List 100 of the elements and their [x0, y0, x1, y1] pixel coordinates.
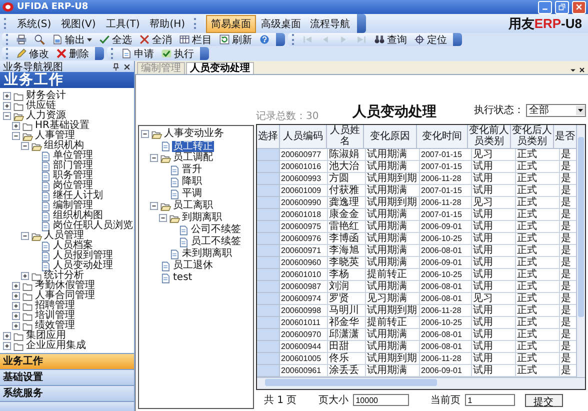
tree-item[interactable]: 供应链	[25, 101, 57, 111]
dropdown-icon[interactable]	[569, 66, 577, 74]
row-select-cell[interactable]	[257, 316, 280, 329]
expand-icon[interactable]	[3, 102, 11, 110]
tree-item[interactable]: 集团应用	[25, 331, 67, 341]
nav-section-button[interactable]: 业务工作	[0, 353, 134, 369]
tree-item[interactable]: 到期离职	[181, 213, 223, 223]
tree-item[interactable]: 降职	[181, 177, 203, 187]
row-select-cell[interactable]	[257, 352, 280, 365]
row-select-cell[interactable]	[257, 364, 280, 377]
expand-icon[interactable]	[12, 122, 20, 130]
tree-item[interactable]: 员工调配	[172, 153, 214, 163]
toolbar-button[interactable]: 删除	[53, 47, 92, 60]
tree-item[interactable]: 人事合同管理	[34, 291, 96, 301]
tree-item[interactable]: 员工不续签	[190, 237, 242, 247]
toolbar-button[interactable]: 修改	[13, 47, 52, 60]
tree-item[interactable]: 岗位管理	[52, 181, 94, 191]
tree-item[interactable]: 绩效管理	[34, 321, 76, 331]
tree-item[interactable]: 继任人计划	[52, 191, 104, 201]
expand-icon[interactable]	[12, 322, 20, 330]
expand-icon[interactable]	[21, 272, 29, 280]
row-select-cell[interactable]	[257, 160, 280, 173]
expand-icon[interactable]	[12, 302, 20, 310]
toolbar-button[interactable]: 全选	[96, 33, 135, 46]
tree-item[interactable]: 企业应用集成	[25, 341, 87, 351]
tree-item[interactable]: 职务管理	[52, 171, 94, 181]
column-header[interactable]: 人员姓名	[327, 124, 364, 149]
toolbar-button[interactable]: 栏目	[176, 33, 215, 46]
toolbar-button[interactable]: 刷新	[216, 33, 255, 46]
collapse-icon[interactable]	[12, 132, 20, 140]
page-size-field[interactable]: 10000	[352, 394, 409, 406]
tree-item[interactable]: 人员变动处理	[52, 261, 114, 271]
tree-item[interactable]: 人事管理	[34, 131, 76, 141]
nav-section-button[interactable]: 系统服务	[0, 385, 134, 401]
tree-item[interactable]: 组织机构	[43, 141, 85, 151]
expand-icon[interactable]	[3, 342, 11, 350]
tree-item[interactable]: 统计分析	[43, 271, 85, 281]
row-select-cell[interactable]	[257, 256, 280, 269]
tree-item[interactable]: 员工转正	[172, 140, 214, 152]
tree-item[interactable]: 未到期离职	[181, 249, 233, 259]
desktop-tab[interactable]: 流程导航	[306, 16, 354, 32]
tree-item[interactable]: 人事变动业务	[163, 129, 225, 139]
collapse-icon[interactable]	[141, 130, 149, 138]
menu-item[interactable]: 工具(T)	[102, 16, 143, 30]
row-select-cell[interactable]	[257, 304, 280, 317]
current-page-field[interactable]: 1	[464, 394, 515, 406]
tree-item[interactable]: 人力资源	[25, 111, 67, 121]
tree-item[interactable]: 公司不续签	[190, 225, 242, 235]
tree-item[interactable]: 员工退休	[172, 261, 214, 271]
expand-icon[interactable]	[12, 312, 20, 320]
tree-item[interactable]: 员工离职	[172, 201, 214, 211]
toolbar-overflow-button[interactable]	[357, 14, 366, 33]
tree-item[interactable]: 人员报到管理	[52, 251, 114, 261]
row-select-cell[interactable]	[257, 172, 280, 185]
tree-item[interactable]: 人员管理	[43, 231, 85, 241]
menu-item[interactable]: 视图(V)	[58, 16, 99, 30]
tree-item[interactable]: 编制管理	[52, 201, 94, 211]
column-header[interactable]: 变化时间	[417, 124, 468, 149]
column-header[interactable]: 变化前人员类别	[468, 124, 511, 149]
tree-item[interactable]: 培训管理	[34, 311, 76, 321]
toolbar-button[interactable]: 输出	[49, 33, 95, 46]
toolbar-button[interactable]: 执行	[158, 47, 197, 60]
collapse-icon[interactable]	[3, 112, 11, 120]
expand-icon[interactable]	[3, 92, 11, 100]
row-select-cell[interactable]	[257, 148, 280, 161]
restore-button[interactable]	[555, 0, 569, 14]
tree-item[interactable]: 考勤休假管理	[34, 281, 96, 291]
tree-item[interactable]: 人员档案	[52, 241, 94, 251]
collapse-icon[interactable]	[159, 214, 167, 222]
horizontal-scrollbar[interactable]	[257, 376, 585, 389]
tree-item[interactable]: 招聘管理	[34, 301, 76, 311]
row-select-cell[interactable]	[257, 232, 280, 245]
row-select-cell[interactable]	[257, 220, 280, 233]
toolbar-overflow-button[interactable]	[95, 47, 104, 60]
menu-item[interactable]: 帮助(H)	[146, 16, 188, 30]
menu-item[interactable]: 系统(S)	[14, 16, 54, 30]
collapse-icon[interactable]	[21, 142, 29, 150]
row-select-cell[interactable]	[257, 328, 280, 341]
close-button[interactable]	[572, 0, 586, 14]
row-select-cell[interactable]	[257, 184, 280, 197]
desktop-tab[interactable]: 简易桌面	[206, 14, 256, 32]
tree-item[interactable]: 组织机构图	[52, 211, 104, 221]
column-header[interactable]: 变化原因	[364, 124, 417, 149]
close-icon[interactable]	[123, 62, 131, 70]
row-select-cell[interactable]	[257, 280, 280, 293]
minimize-button[interactable]	[538, 0, 552, 14]
nav-section-button[interactable]: 基础设置	[0, 369, 134, 385]
vertical-scrollbar[interactable]	[576, 124, 585, 377]
row-select-cell[interactable]	[257, 292, 280, 305]
collapse-icon[interactable]	[21, 232, 29, 240]
toolbar-overflow-button[interactable]	[200, 47, 209, 60]
collapse-icon[interactable]	[150, 154, 158, 162]
expand-icon[interactable]	[3, 332, 11, 340]
toolbar-overflow-button[interactable]	[276, 33, 285, 46]
row-select-cell[interactable]	[257, 340, 280, 353]
submit-button[interactable]: 提交	[524, 394, 563, 407]
row-select-cell[interactable]	[257, 208, 280, 221]
tree-item[interactable]: 单位管理	[52, 151, 94, 161]
row-select-cell[interactable]	[257, 244, 280, 257]
column-header[interactable]: 人员编码	[280, 124, 327, 149]
